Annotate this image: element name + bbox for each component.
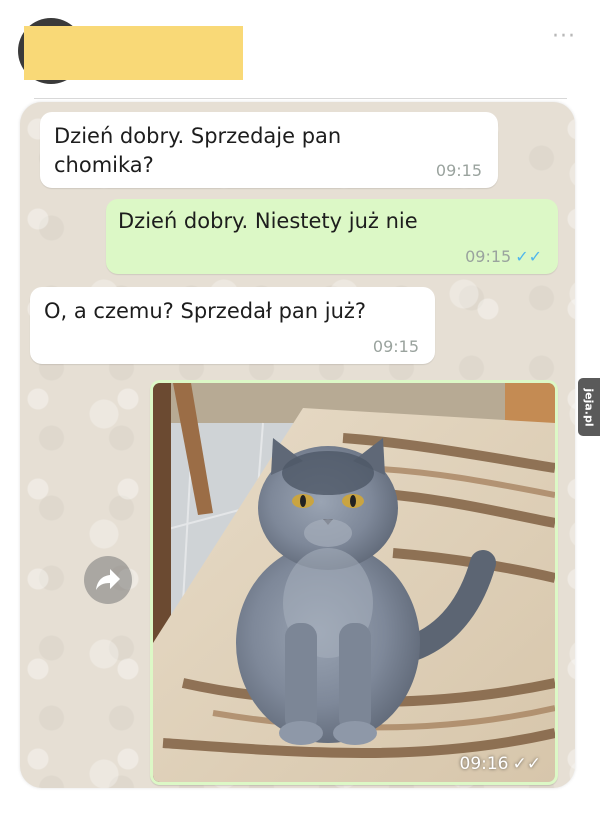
message-time: 09:16 — [459, 754, 509, 774]
watermark-text: jeja.pl — [582, 387, 596, 427]
image-time-row: 09:16 ✓✓ — [460, 754, 542, 774]
message-time: 09:15 — [465, 247, 512, 266]
message-text: Dzień dobry. Niestety już nie — [118, 209, 418, 233]
message-bubble-incoming: O, a czemu? Sprzedał pan już? 09:15 — [30, 287, 435, 364]
post-header: ··· — [0, 0, 600, 100]
chat-screenshot: Dzień dobry. Sprzedaje pan chomika? 09:1… — [20, 102, 575, 788]
message-time: 09:15 — [372, 337, 419, 356]
forward-arrow-icon — [96, 569, 120, 590]
message-bubble-outgoing: Dzień dobry. Niestety już nie 09:15 ✓✓ — [106, 199, 558, 274]
message-time-row: 09:15 ✓✓ — [465, 248, 542, 266]
more-dots-icon[interactable]: ··· — [552, 26, 576, 48]
forward-button[interactable] — [84, 556, 132, 604]
double-check-icon: ✓✓ — [512, 754, 542, 774]
message-text: O, a czemu? Sprzedał pan już? — [44, 299, 367, 323]
message-bubble-incoming: Dzień dobry. Sprzedaje pan chomika? 09:1… — [40, 112, 498, 188]
grey-cat-photo[interactable]: 09:16 ✓✓ — [153, 383, 555, 782]
watermark-badge: jeja.pl — [578, 378, 600, 436]
double-check-icon: ✓✓ — [515, 247, 542, 266]
message-time: 09:15 — [435, 161, 482, 180]
header-divider — [34, 98, 567, 99]
message-text: Dzień dobry. Sprzedaje pan chomika? — [54, 124, 342, 177]
image-message[interactable]: 09:16 ✓✓ — [150, 380, 558, 785]
name-redaction — [24, 26, 243, 80]
